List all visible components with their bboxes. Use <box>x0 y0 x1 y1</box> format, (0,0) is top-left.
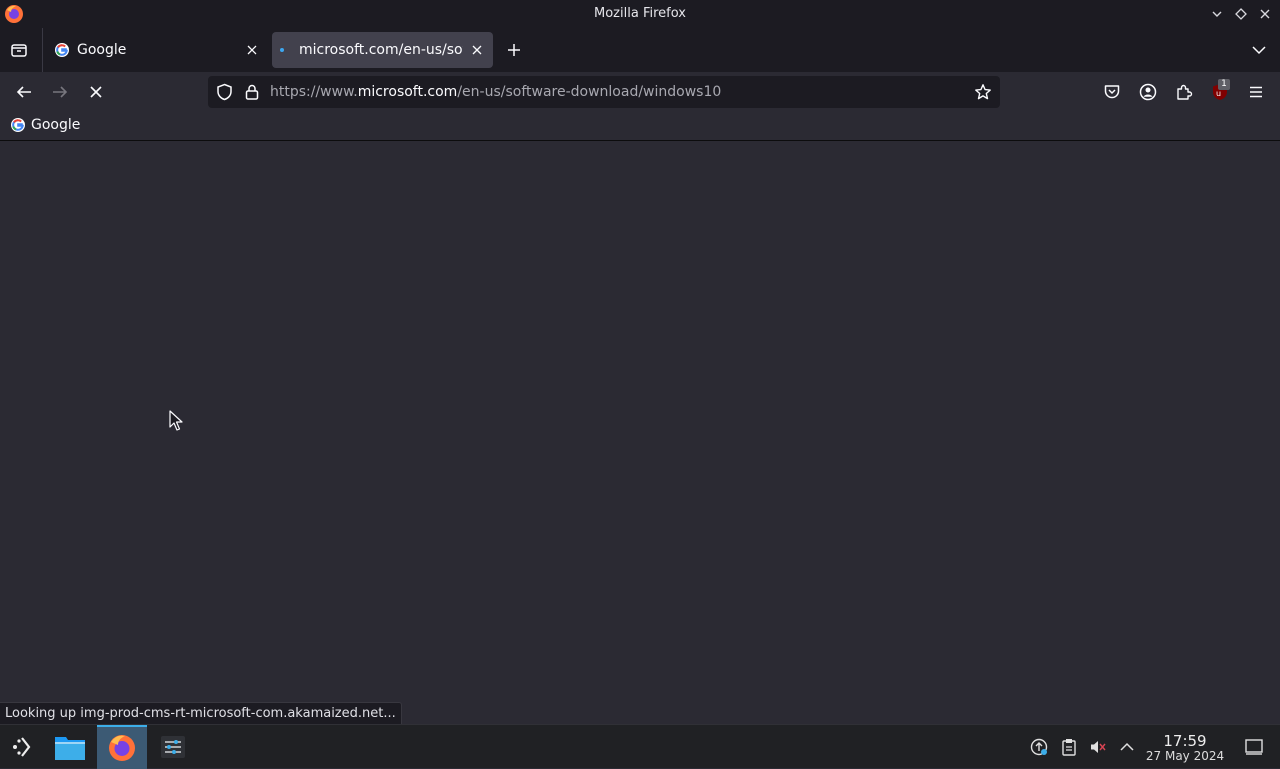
taskbar-firefox[interactable] <box>97 725 147 769</box>
google-favicon-icon <box>10 117 26 133</box>
account-icon[interactable] <box>1139 83 1157 101</box>
volume-muted-icon[interactable] <box>1088 737 1108 757</box>
ublock-badge: 1 <box>1218 79 1230 90</box>
loading-dot-icon <box>280 48 284 52</box>
url-prefix: https://www. <box>270 84 358 100</box>
software-updates-icon[interactable] <box>1029 737 1049 757</box>
close-tab-icon[interactable] <box>469 42 485 58</box>
forward-icon[interactable] <box>48 80 72 104</box>
bookmark-label: Google <box>31 117 81 133</box>
close-tab-icon[interactable] <box>244 42 260 58</box>
lock-icon[interactable] <box>244 83 260 101</box>
tab-google[interactable]: Google <box>46 32 268 68</box>
maximize-icon[interactable] <box>1232 5 1250 23</box>
app-menu-icon[interactable] <box>1248 84 1264 100</box>
firefox-icon <box>107 733 137 763</box>
bookmark-google[interactable]: Google <box>10 117 80 133</box>
url-host: microsoft.com <box>357 84 458 100</box>
back-icon[interactable] <box>12 80 36 104</box>
extensions-icon[interactable] <box>1175 83 1193 101</box>
tab-microsoft[interactable]: microsoft.com/en-us/soft <box>272 32 493 68</box>
clipboard-icon[interactable] <box>1059 737 1079 757</box>
minimize-icon[interactable] <box>1208 5 1226 23</box>
tab-strip: Google microsoft.com/en-us/soft <box>0 28 1280 72</box>
tab-label: microsoft.com/en-us/soft <box>299 42 463 58</box>
url-text[interactable]: https://www.microsoft.com/en-us/software… <box>270 84 721 100</box>
url-path: /en-us/software-download/windows10 <box>457 84 722 100</box>
google-favicon-icon <box>54 42 70 58</box>
list-all-tabs-icon[interactable] <box>1252 44 1266 56</box>
window-title: Mozilla Firefox <box>594 6 686 21</box>
close-window-icon[interactable] <box>1256 5 1274 23</box>
page-content[interactable] <box>0 142 1280 724</box>
window-titlebar: Mozilla Firefox <box>0 0 1280 28</box>
system-settings-icon[interactable] <box>150 725 196 769</box>
stop-loading-icon[interactable] <box>84 80 108 104</box>
tab-label: Google <box>77 42 127 58</box>
clock-time[interactable]: 17:59 <box>1150 732 1220 750</box>
application-launcher-icon[interactable] <box>0 725 44 769</box>
status-panel: Looking up img-prod-cms-rt-microsoft-com… <box>0 702 402 724</box>
show-desktop-icon[interactable] <box>1244 737 1264 757</box>
tracking-protection-shield-icon[interactable] <box>216 83 233 101</box>
new-tab-icon[interactable] <box>506 42 522 58</box>
bookmark-star-icon[interactable] <box>974 83 992 101</box>
bookmarks-toolbar: Google <box>0 112 1280 141</box>
pocket-icon[interactable] <box>1103 83 1121 101</box>
clock-date[interactable]: 27 May 2024 <box>1140 749 1230 763</box>
svg-text:u: u <box>1216 89 1221 98</box>
url-bar[interactable]: https://www.microsoft.com/en-us/software… <box>208 76 1000 108</box>
show-hidden-icons-chevron-icon[interactable] <box>1117 737 1137 757</box>
mouse-pointer-icon <box>169 410 183 432</box>
tab-separator <box>42 28 43 72</box>
taskbar: 17:59 27 May 2024 <box>0 724 1280 769</box>
file-manager-icon[interactable] <box>47 725 93 769</box>
firefox-view-icon[interactable] <box>10 41 28 59</box>
